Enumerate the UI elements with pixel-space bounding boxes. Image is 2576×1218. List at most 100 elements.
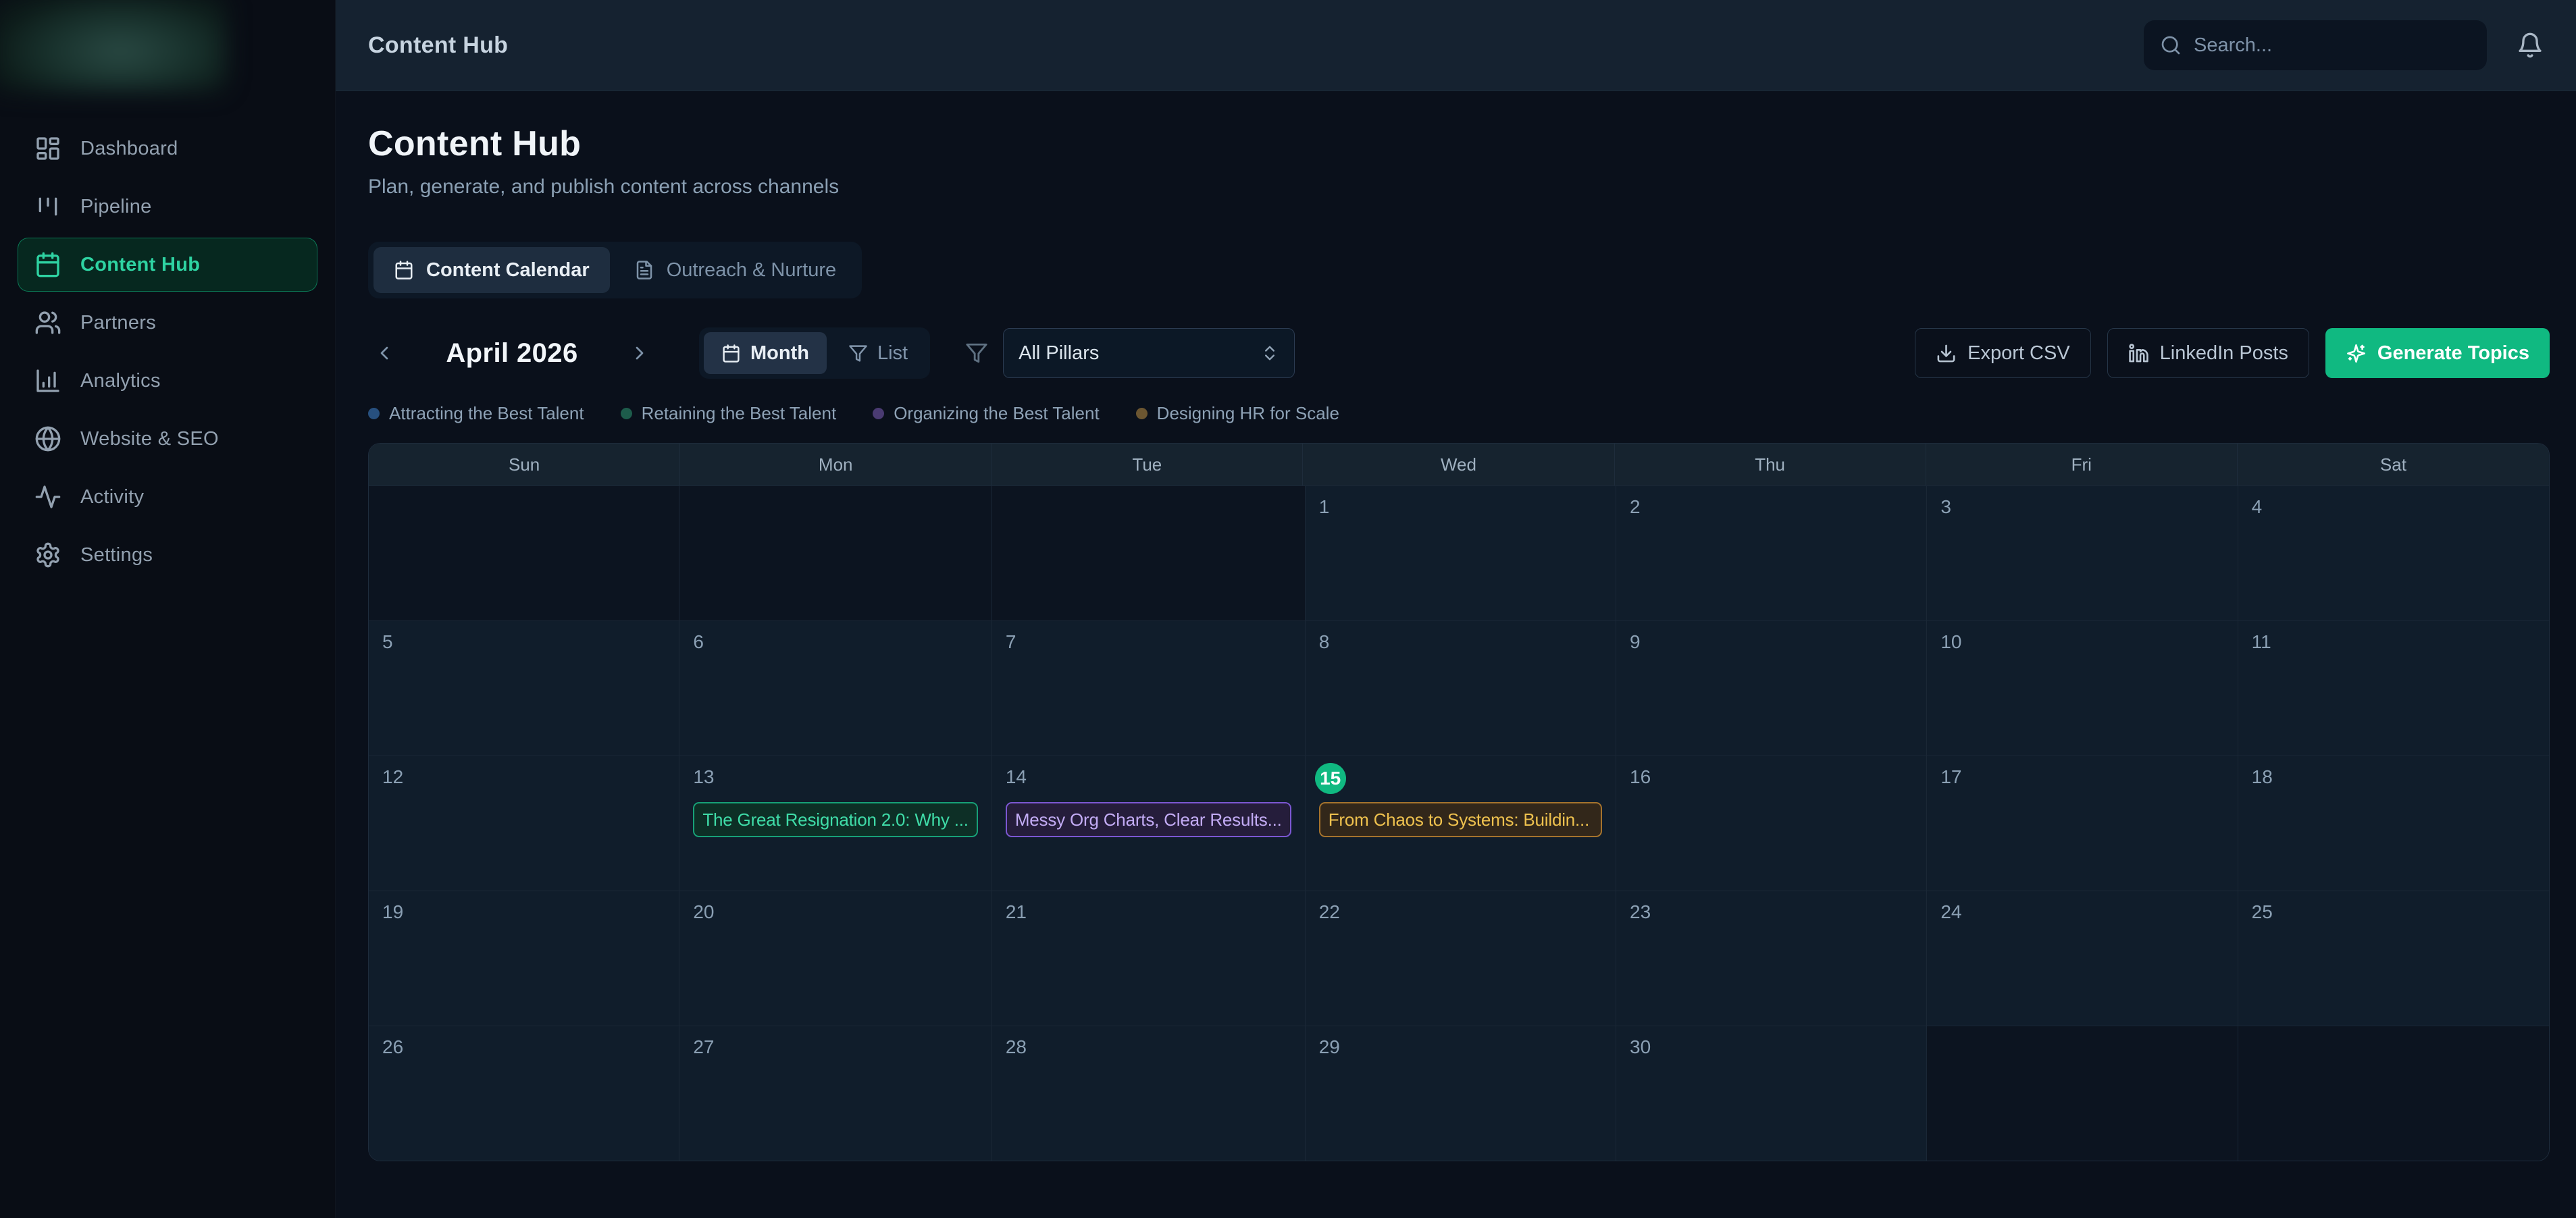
- calendar-cell[interactable]: [679, 485, 992, 620]
- day-row: 29: [1319, 1036, 1602, 1067]
- calendar-cell[interactable]: 15 From Chaos to Systems: Buildin...: [1306, 756, 1616, 891]
- calendar-cell[interactable]: 3: [1927, 485, 2238, 620]
- day-row: 28: [1006, 1036, 1291, 1067]
- day-row: 14: [1006, 766, 1291, 797]
- topbar-title: Content Hub: [368, 32, 508, 59]
- bell-icon: [2517, 32, 2544, 59]
- calendar-cell[interactable]: 24: [1927, 891, 2238, 1026]
- calendar-cell[interactable]: 2: [1616, 485, 1927, 620]
- generate-topics-button[interactable]: Generate Topics: [2325, 328, 2550, 378]
- day-number: 23: [1630, 901, 1651, 924]
- sidebar-item-activity[interactable]: Activity: [18, 470, 317, 524]
- event-chip[interactable]: From Chaos to Systems: Buildin...: [1319, 802, 1602, 837]
- day-number: 19: [382, 901, 403, 924]
- calendar-cell[interactable]: [369, 485, 679, 620]
- calendar-cell[interactable]: 17: [1927, 756, 2238, 891]
- calendar-cell[interactable]: 19: [369, 891, 679, 1026]
- calendar-cell[interactable]: 16: [1616, 756, 1927, 891]
- tab-label: Outreach & Nurture: [667, 259, 836, 282]
- day-number: 2: [1630, 496, 1641, 519]
- day-row: 19: [382, 901, 665, 932]
- sidebar-item-analytics[interactable]: Analytics: [18, 354, 317, 408]
- calendar-cell[interactable]: 12: [369, 756, 679, 891]
- pillar-filter-value: All Pillars: [1019, 342, 1099, 365]
- calendar-cell[interactable]: 25: [2238, 891, 2549, 1026]
- pillar-legend: Attracting the Best TalentRetaining the …: [368, 403, 2550, 424]
- prev-month-button[interactable]: [368, 337, 401, 369]
- day-row: 1: [1319, 496, 1602, 527]
- day-row: 15: [1319, 766, 1602, 797]
- day-number: 8: [1319, 631, 1330, 654]
- linkedin-posts-button[interactable]: LinkedIn Posts: [2107, 328, 2309, 378]
- day-number: 3: [1940, 496, 1951, 519]
- day-row: 6: [693, 631, 978, 662]
- day-row: 3: [1940, 496, 2223, 527]
- next-month-button[interactable]: [623, 337, 656, 369]
- calendar-cell[interactable]: 5: [369, 620, 679, 756]
- sidebar-item-settings[interactable]: Settings: [18, 528, 317, 582]
- calendar-day-headers: SunMonTueWedThuFriSat: [369, 444, 2549, 485]
- sidebar-item-partners[interactable]: Partners: [18, 296, 317, 350]
- calendar-cell[interactable]: [2238, 1026, 2549, 1161]
- day-row: 8: [1319, 631, 1602, 662]
- day-of-week-header: Wed: [1303, 444, 1614, 485]
- calendar-cell[interactable]: 13The Great Resignation 2.0: Why ...: [679, 756, 992, 891]
- sidebar-item-label: Dashboard: [80, 138, 178, 160]
- calendar-cell[interactable]: [992, 485, 1306, 620]
- calendar-cell[interactable]: 7: [992, 620, 1306, 756]
- calendar-cell[interactable]: 22: [1306, 891, 1616, 1026]
- calendar-cell[interactable]: 11: [2238, 620, 2549, 756]
- linkedin-icon: [2128, 343, 2149, 364]
- calendar-cell[interactable]: 27: [679, 1026, 992, 1161]
- calendar-cell[interactable]: 28: [992, 1026, 1306, 1161]
- calendar-cell[interactable]: 18: [2238, 756, 2549, 891]
- sidebar-item-label: Partners: [80, 312, 156, 334]
- calendar-cell[interactable]: 10: [1927, 620, 2238, 756]
- chevron-left-icon: [373, 342, 395, 364]
- search-box[interactable]: [2144, 20, 2487, 70]
- tab-outreach-nurture[interactable]: Outreach & Nurture: [614, 247, 856, 293]
- event-chip[interactable]: The Great Resignation 2.0: Why ...: [693, 802, 978, 837]
- file-text-icon: [634, 260, 654, 280]
- sidebar-item-content-hub[interactable]: Content Hub: [18, 238, 317, 292]
- users-icon: [34, 309, 61, 336]
- sidebar-item-pipeline[interactable]: Pipeline: [18, 180, 317, 234]
- day-row: 26: [382, 1036, 665, 1067]
- calendar-cell[interactable]: 14 Messy Org Charts, Clear Results...: [992, 756, 1306, 891]
- day-row: 7: [1006, 631, 1291, 662]
- calendar-cell[interactable]: 1: [1306, 485, 1616, 620]
- day-number: 1: [1319, 496, 1330, 519]
- calendar-cell[interactable]: 20: [679, 891, 992, 1026]
- day-number: 22: [1319, 901, 1340, 924]
- pillar-dot: [1136, 408, 1148, 419]
- view-month-button[interactable]: Month: [704, 332, 827, 374]
- pillar-filter-icon-wrap: [965, 342, 988, 365]
- kanban-icon: [34, 193, 61, 220]
- sparkles-icon: [2346, 343, 2367, 364]
- calendar-cell[interactable]: 4: [2238, 485, 2549, 620]
- calendar-cell[interactable]: 30: [1616, 1026, 1927, 1161]
- view-list-button[interactable]: List: [831, 332, 925, 374]
- day-number: 6: [693, 631, 704, 654]
- calendar-cell[interactable]: 23: [1616, 891, 1927, 1026]
- day-number: 4: [2252, 496, 2263, 519]
- sidebar-item-dashboard[interactable]: Dashboard: [18, 122, 317, 176]
- calendar-cell[interactable]: 26: [369, 1026, 679, 1161]
- search-input[interactable]: [2194, 34, 2471, 57]
- tab-content-calendar[interactable]: Content Calendar: [373, 247, 610, 293]
- day-of-week-header: Tue: [991, 444, 1303, 485]
- day-of-week-header: Fri: [1926, 444, 2238, 485]
- export-csv-button[interactable]: Export CSV: [1915, 328, 2091, 378]
- calendar-cell[interactable]: 6: [679, 620, 992, 756]
- notifications-button[interactable]: [2517, 32, 2544, 59]
- event-chip[interactable]: Messy Org Charts, Clear Results...: [1006, 802, 1291, 837]
- calendar-cell[interactable]: 9: [1616, 620, 1927, 756]
- calendar-cell[interactable]: 8: [1306, 620, 1616, 756]
- topbar: Content Hub: [336, 0, 2576, 91]
- calendar-cell[interactable]: [1927, 1026, 2238, 1161]
- view-label: List: [877, 342, 908, 365]
- calendar-cell[interactable]: 21: [992, 891, 1306, 1026]
- calendar-cell[interactable]: 29: [1306, 1026, 1616, 1161]
- pillar-filter-select[interactable]: All Pillars: [1003, 328, 1295, 378]
- sidebar-item-website-seo[interactable]: Website & SEO: [18, 412, 317, 466]
